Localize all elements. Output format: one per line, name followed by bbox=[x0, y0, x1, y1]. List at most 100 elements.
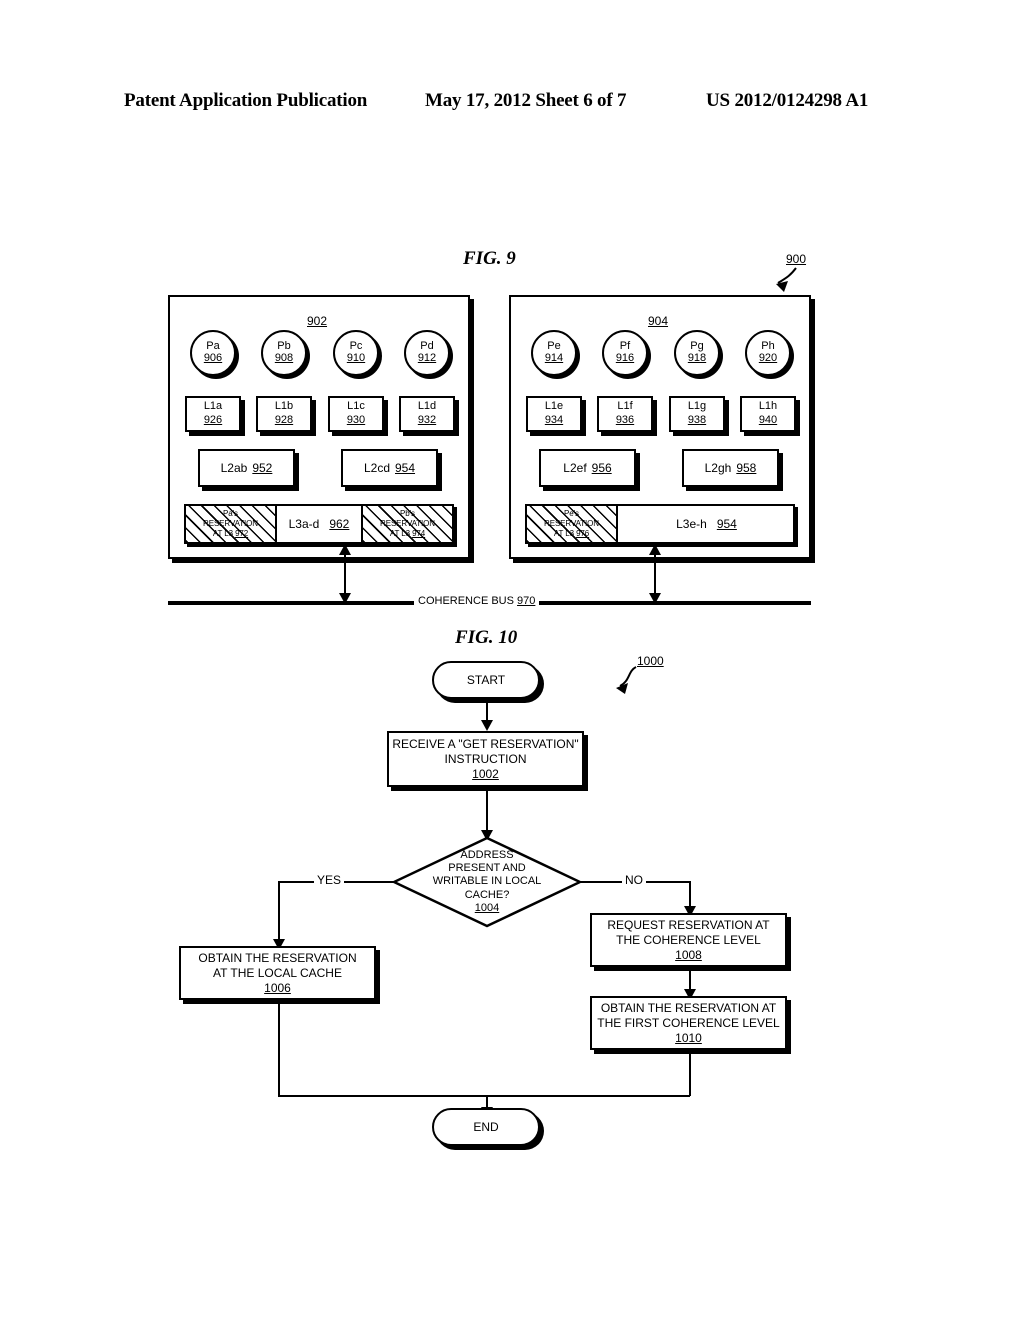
cache-L1a-ref: 926 bbox=[203, 414, 223, 426]
coherence-bus-text: COHERENCE BUS bbox=[418, 595, 514, 607]
processor-Pf: Pf 916 bbox=[602, 330, 648, 376]
flow-line-1010-down bbox=[689, 1050, 691, 1096]
cache-L2gh-ref: 958 bbox=[736, 460, 757, 475]
reference-leader-1000-icon bbox=[616, 666, 637, 694]
reservation-Pe-line3: AT L3 bbox=[553, 529, 574, 538]
coherence-bus-ref: 970 bbox=[517, 595, 536, 607]
decision-1004-line1: ADDRESS bbox=[460, 849, 514, 862]
step-1008-line2: THE COHERENCE LEVEL bbox=[616, 932, 761, 947]
cache-L1h-ref: 940 bbox=[758, 414, 778, 426]
cache-L1g-ref: 938 bbox=[687, 414, 707, 426]
cache-L2ab: L2ab 952 bbox=[198, 449, 295, 487]
reservation-Pe-line3-and-ref: AT L3 976 bbox=[554, 529, 589, 539]
step-1010-ref: 1010 bbox=[675, 1030, 702, 1045]
step-1002-line2: INSTRUCTION bbox=[444, 751, 527, 766]
bus-connector-right-arrow-up-icon bbox=[649, 544, 661, 555]
decision-1004: ADDRESS PRESENT AND WRITABLE IN LOCAL CA… bbox=[392, 836, 582, 928]
decision-1004-ref: 1004 bbox=[474, 901, 500, 914]
cluster-902-id: 902 bbox=[307, 314, 328, 328]
reservation-Pb-ref: 974 bbox=[412, 529, 426, 538]
step-1006-ref: 1006 bbox=[264, 980, 291, 995]
step-1008-box: REQUEST RESERVATION AT THE COHERENCE LEV… bbox=[590, 913, 787, 967]
flow-line-yes-vertical bbox=[278, 881, 280, 946]
cache-L1b-ref: 928 bbox=[274, 414, 294, 426]
processor-Pa-ref: 906 bbox=[203, 352, 223, 364]
cache-L1c-ref: 930 bbox=[346, 414, 366, 426]
processor-Pf-ref: 916 bbox=[615, 352, 635, 364]
decision-1004-line4: CACHE? bbox=[464, 888, 510, 901]
cache-L3a-d-ref: 962 bbox=[329, 517, 350, 531]
cache-L1f: L1f 936 bbox=[597, 396, 653, 432]
cache-L2cd-name: L2cd bbox=[363, 460, 390, 475]
cache-L1b: L1b 928 bbox=[256, 396, 312, 432]
reservation-Pa-line3-and-ref: AT L3 972 bbox=[213, 529, 248, 539]
reservation-Pa-line1: Pa's bbox=[223, 509, 238, 518]
reservation-Pb-line1: Pb's bbox=[400, 509, 415, 518]
cache-L2ab-ref: 952 bbox=[252, 460, 273, 475]
step-1002-box: RECEIVE A "GET RESERVATION" INSTRUCTION … bbox=[387, 731, 584, 787]
processor-Pc-ref: 910 bbox=[346, 352, 366, 364]
cache-L1e-ref: 934 bbox=[544, 414, 564, 426]
decision-1004-line3: WRITABLE IN LOCAL bbox=[432, 875, 542, 888]
processor-Pg-ref: 918 bbox=[687, 352, 707, 364]
cache-L1e: L1e 934 bbox=[526, 396, 582, 432]
processor-Pd: Pd 912 bbox=[404, 330, 450, 376]
branch-label-no: NO bbox=[622, 873, 646, 887]
cache-L3e-h-ref: 954 bbox=[716, 517, 737, 531]
step-1002-line1: RECEIVE A "GET RESERVATION" bbox=[392, 736, 579, 751]
step-1008-ref: 1008 bbox=[675, 947, 702, 962]
processor-Ph-ref: 920 bbox=[758, 352, 778, 364]
publication-date-sheet: May 17, 2012 Sheet 6 of 7 bbox=[425, 90, 627, 111]
cache-L2cd: L2cd 954 bbox=[341, 449, 438, 487]
step-1010-line2: THE FIRST COHERENCE LEVEL bbox=[597, 1015, 780, 1030]
cache-L1d-ref: 932 bbox=[417, 414, 437, 426]
cache-L1c-name: L1c bbox=[347, 400, 365, 413]
processor-Pe: Pe 914 bbox=[531, 330, 577, 376]
cache-L3a-d-name: L3a-d bbox=[288, 517, 320, 531]
cache-L2ef-ref: 956 bbox=[591, 460, 612, 475]
cache-L2ef: L2ef 956 bbox=[539, 449, 636, 487]
reservation-Pb-line3: AT L3 bbox=[389, 529, 410, 538]
cache-L1h: L1h 940 bbox=[740, 396, 796, 432]
step-1010-box: OBTAIN THE RESERVATION AT THE FIRST COHE… bbox=[590, 996, 787, 1050]
cache-L1h-name: L1h bbox=[758, 400, 778, 413]
coherence-bus-label: COHERENCE BUS 970 bbox=[414, 595, 540, 607]
step-1008-line1: REQUEST RESERVATION AT bbox=[607, 917, 770, 932]
processor-Pd-ref: 912 bbox=[417, 352, 437, 364]
cache-L2gh: L2gh 958 bbox=[682, 449, 779, 487]
reservation-Pa-ref: 972 bbox=[235, 529, 249, 538]
processor-Pc: Pc 910 bbox=[333, 330, 379, 376]
reservation-Pe-at-L3: Pe's RESERVATION AT L3 976 bbox=[525, 504, 618, 544]
cache-L2ab-name: L2ab bbox=[220, 460, 248, 475]
reservation-Pa-at-L3: Pa's RESERVATION AT L3 972 bbox=[184, 504, 277, 544]
cache-L1b-name: L1b bbox=[274, 400, 294, 413]
decision-1004-line2: PRESENT AND bbox=[448, 862, 526, 875]
reservation-Pb-at-L3: Pb's RESERVATION AT L3 974 bbox=[361, 504, 454, 544]
reservation-Pe-ref: 976 bbox=[576, 529, 590, 538]
flow-line-merge-horizontal bbox=[278, 1095, 690, 1097]
cache-L2ef-name: L2ef bbox=[563, 460, 587, 475]
step-1006-line1: OBTAIN THE RESERVATION bbox=[198, 950, 357, 965]
cluster-904-id: 904 bbox=[648, 314, 669, 328]
start-label: START bbox=[466, 673, 506, 687]
processor-Pg: Pg 918 bbox=[674, 330, 720, 376]
cache-L1a-name: L1a bbox=[203, 400, 223, 413]
reservation-Pa-line2: RESERVATION bbox=[203, 519, 258, 528]
cache-L3e-h-name: L3e-h bbox=[676, 517, 707, 531]
cache-L1f-name: L1f bbox=[617, 400, 633, 413]
cache-L2gh-name: L2gh bbox=[704, 460, 732, 475]
reservation-Pb-line3-and-ref: AT L3 974 bbox=[390, 529, 425, 539]
cache-L1a: L1a 926 bbox=[185, 396, 241, 432]
reservation-Pe-line1: Pe's bbox=[564, 509, 579, 518]
step-1010-line1: OBTAIN THE RESERVATION AT bbox=[600, 1000, 777, 1015]
bus-connector-left-arrow-up-icon bbox=[339, 544, 351, 555]
cache-L3e-h-label: L3e-h 954 bbox=[618, 504, 795, 544]
step-1002-ref: 1002 bbox=[472, 766, 499, 781]
cache-L1g-name: L1g bbox=[687, 400, 707, 413]
cache-L2cd-ref: 954 bbox=[395, 460, 416, 475]
publication-label: Patent Application Publication bbox=[124, 90, 368, 111]
figure-10-title: FIG. 10 bbox=[455, 627, 518, 648]
processor-Pb: Pb 908 bbox=[261, 330, 307, 376]
reservation-Pa-line3: AT L3 bbox=[212, 529, 233, 538]
cache-L1g: L1g 938 bbox=[669, 396, 725, 432]
